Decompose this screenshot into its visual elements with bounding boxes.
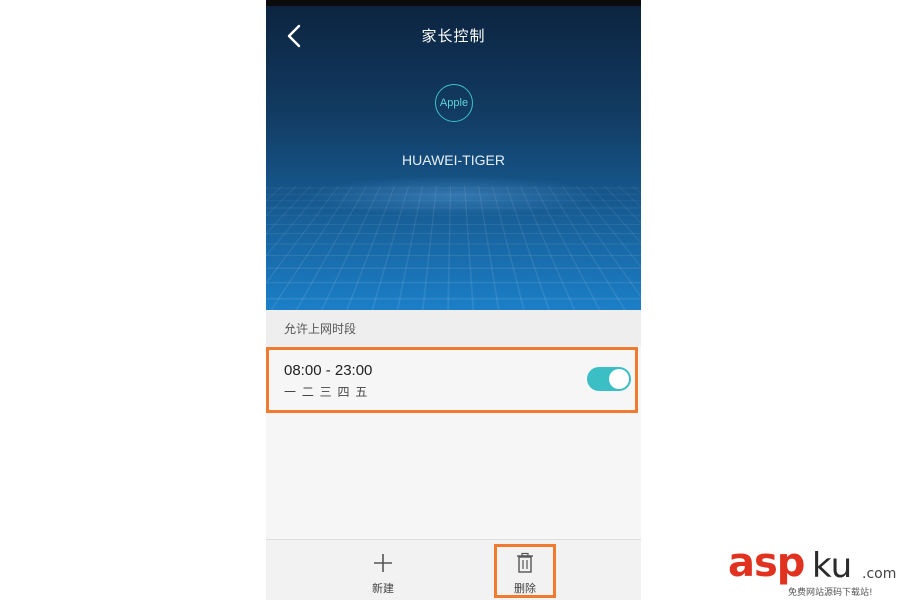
watermark-domain: .com [862,566,897,582]
screenshot-stage: 家长控制 Apple HUAWEI-TIGER 允许上网时段 08:00 - 2… [0,0,900,600]
hero-banner: 家长控制 Apple HUAWEI-TIGER [266,6,641,310]
section-header: 允许上网时段 [266,310,641,346]
watermark-brand-red: asp [728,540,805,586]
watermark-logo: asp ku .com 免费网站源码下载站! [728,540,900,600]
watermark-brand-dark: ku [812,546,853,586]
new-button-label: 新建 [372,582,394,595]
section-header-label: 允许上网时段 [284,322,357,336]
plus-icon [374,554,392,572]
device-name: HUAWEI-TIGER [402,152,505,168]
new-button[interactable]: 新建 [353,548,413,598]
bottom-toolbar: 新建 删除 [266,539,641,600]
device-brand-badge: Apple [435,84,473,122]
phone-screen: 家长控制 Apple HUAWEI-TIGER 允许上网时段 08:00 - 2… [266,0,641,600]
watermark-tagline: 免费网站源码下载站! [788,588,873,598]
page-title: 家长控制 [421,27,486,45]
hero-grid-pattern [266,186,641,310]
highlight-frame-delete [494,544,556,598]
highlight-frame-schedule [266,347,638,413]
